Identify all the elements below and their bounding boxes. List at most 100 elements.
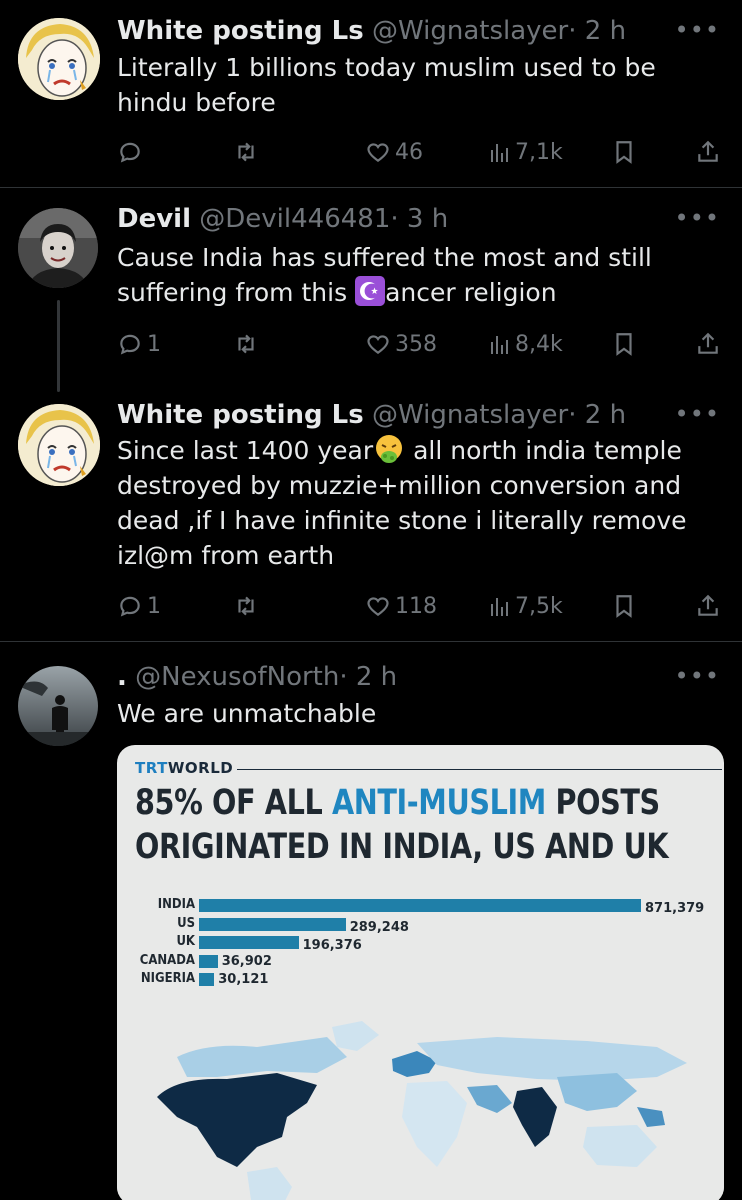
bookmark-icon bbox=[616, 595, 632, 618]
reply-icon bbox=[120, 334, 140, 355]
bookmark-button[interactable] bbox=[611, 327, 637, 361]
tweet-text: Cause India has suffered the most and st… bbox=[117, 240, 717, 310]
tweet-header: Devil @Devil446481· 3 h bbox=[117, 202, 448, 236]
bookmark-icon bbox=[616, 141, 632, 164]
tweet-actions: 1 118 7,5k bbox=[117, 589, 727, 623]
share-button[interactable] bbox=[695, 589, 721, 623]
tweet-3[interactable]: White posting Ls @Wignatslayer· 2 h ••• … bbox=[0, 386, 742, 640]
more-options-icon[interactable]: ••• bbox=[675, 16, 720, 44]
nauseated-face-emoji-icon bbox=[376, 435, 403, 463]
devil-avatar-icon bbox=[18, 208, 98, 288]
author-name[interactable]: . bbox=[117, 662, 127, 692]
more-options-icon[interactable]: ••• bbox=[675, 400, 720, 428]
repost-button[interactable] bbox=[233, 327, 259, 361]
bar-category-label: INDIA bbox=[157, 897, 195, 912]
silhouette-avatar-icon bbox=[18, 666, 98, 746]
views-button[interactable]: 8,4k bbox=[489, 327, 563, 361]
views-bar-chart-icon bbox=[491, 144, 508, 162]
reply-icon bbox=[120, 596, 140, 617]
reply-button[interactable] bbox=[117, 135, 143, 169]
more-options-icon[interactable]: ••• bbox=[675, 204, 720, 232]
like-count: 118 bbox=[395, 593, 437, 619]
repost-icon bbox=[238, 596, 254, 616]
bookmark-button[interactable] bbox=[611, 589, 637, 623]
repost-button[interactable] bbox=[233, 589, 259, 623]
repost-icon bbox=[238, 142, 254, 162]
view-count: 7,5k bbox=[515, 593, 563, 619]
timestamp[interactable]: · 2 h bbox=[339, 662, 397, 692]
heart-icon bbox=[367, 335, 389, 354]
share-icon bbox=[698, 332, 718, 354]
avatar[interactable] bbox=[18, 666, 98, 746]
world-map-graphic bbox=[117, 1007, 724, 1200]
bar-category-label: CANADA bbox=[139, 952, 195, 968]
like-button[interactable]: 118 bbox=[365, 589, 437, 623]
like-button[interactable]: 46 bbox=[365, 135, 423, 169]
bar bbox=[199, 973, 215, 986]
author-handle[interactable]: @NexusofNorth bbox=[135, 662, 339, 692]
view-count: 7,1k bbox=[515, 139, 563, 165]
bar bbox=[199, 899, 641, 912]
tweet-header: White posting Ls @Wignatslayer· 2 h bbox=[117, 398, 626, 432]
avatar[interactable] bbox=[18, 404, 100, 486]
more-options-icon[interactable]: ••• bbox=[675, 662, 720, 690]
star-and-crescent-emoji-icon bbox=[355, 276, 386, 306]
author-name[interactable]: White posting Ls bbox=[117, 16, 364, 46]
reply-button[interactable]: 1 bbox=[117, 589, 161, 623]
like-count: 46 bbox=[395, 139, 423, 165]
views-button[interactable]: 7,1k bbox=[489, 135, 563, 169]
bar-category-label: UK bbox=[176, 934, 195, 949]
tweet-2[interactable]: Devil @Devil446481· 3 h ••• Cause India … bbox=[0, 188, 742, 388]
bookmark-button[interactable] bbox=[611, 135, 637, 169]
tweet-text-part: Since last 1400 year bbox=[117, 436, 374, 465]
author-name[interactable]: Devil bbox=[117, 204, 191, 234]
reply-count: 1 bbox=[147, 593, 161, 619]
bar-value-label: 196,376 bbox=[302, 938, 362, 953]
author-handle[interactable]: @Wignatslayer bbox=[372, 400, 568, 430]
attached-image-infographic[interactable]: TRTWORLD 85% OF ALL ANTI-MUSLIM POSTS OR… bbox=[117, 745, 724, 1200]
bar-value-label: 871,379 bbox=[645, 901, 705, 916]
tweet-text: Since last 1400 year all north india tem… bbox=[117, 433, 707, 573]
views-bar-chart-icon bbox=[491, 336, 508, 354]
views-bar-chart-icon bbox=[491, 598, 508, 616]
reply-icon bbox=[120, 142, 140, 163]
bar-category-label: NIGERIA bbox=[140, 971, 195, 986]
reply-count: 1 bbox=[147, 331, 161, 357]
bar bbox=[199, 917, 346, 931]
reply-button[interactable]: 1 bbox=[117, 327, 161, 361]
author-handle[interactable]: @Devil446481 bbox=[199, 204, 390, 234]
tweet-text: We are unmatchable bbox=[117, 699, 377, 728]
tweet-header: . @NexusofNorth· 2 h bbox=[117, 660, 397, 694]
share-button[interactable] bbox=[695, 135, 721, 169]
bar-value-label: 36,902 bbox=[221, 953, 272, 969]
avatar[interactable] bbox=[18, 208, 98, 288]
tweet-1[interactable]: White posting Ls @Wignatslayer· 2 h ••• … bbox=[0, 0, 742, 186]
share-button[interactable] bbox=[695, 327, 721, 361]
timestamp[interactable]: · 2 h bbox=[568, 400, 626, 430]
tweet-header: White posting Ls @Wignatslayer· 2 h bbox=[117, 14, 626, 48]
heart-icon bbox=[367, 597, 389, 616]
like-button[interactable]: 358 bbox=[365, 327, 437, 361]
bar bbox=[199, 954, 218, 968]
timestamp[interactable]: · 3 h bbox=[390, 204, 448, 234]
tweet-actions: 46 7,1k bbox=[117, 135, 727, 169]
wojak-avatar-icon bbox=[18, 404, 100, 486]
tweet-text-part: ancer religion bbox=[385, 278, 557, 307]
like-count: 358 bbox=[395, 331, 437, 357]
timestamp[interactable]: · 2 h bbox=[568, 16, 626, 46]
bar-category-label: US bbox=[177, 915, 195, 931]
heart-icon bbox=[367, 143, 389, 162]
bookmark-icon bbox=[616, 333, 632, 356]
share-icon bbox=[698, 594, 718, 616]
author-handle[interactable]: @Wignatslayer bbox=[372, 16, 568, 46]
repost-button[interactable] bbox=[233, 135, 259, 169]
bar-value-label: 289,248 bbox=[349, 919, 409, 935]
author-name[interactable]: White posting Ls bbox=[117, 400, 364, 430]
wojak-avatar-icon bbox=[18, 18, 100, 100]
bar-value-label: 30,121 bbox=[218, 972, 269, 987]
views-button[interactable]: 7,5k bbox=[489, 589, 563, 623]
avatar[interactable] bbox=[18, 18, 100, 100]
tweet-text: Literally 1 billions today muslim used t… bbox=[117, 53, 656, 117]
view-count: 8,4k bbox=[515, 331, 563, 357]
bar bbox=[199, 936, 299, 949]
